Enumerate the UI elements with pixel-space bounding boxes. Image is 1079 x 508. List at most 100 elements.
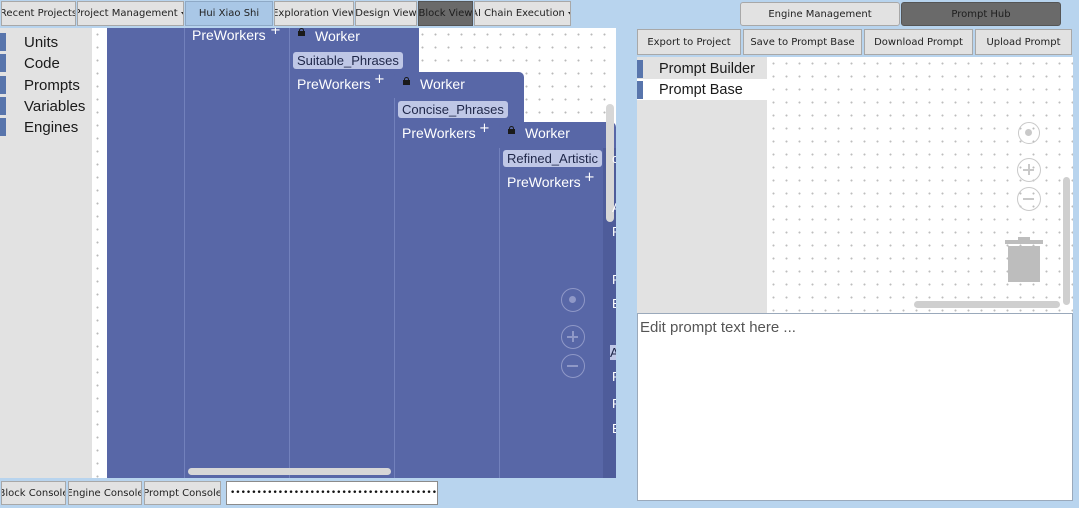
variable-chip[interactable]: Concise_Phrases xyxy=(398,101,508,118)
engine-management-label: Engine Management xyxy=(768,8,872,20)
truncated-label: P xyxy=(612,224,616,239)
vertical-scrollbar[interactable] xyxy=(1063,177,1070,305)
console-bar: Block Console Engine Console Prompt Cons… xyxy=(0,478,636,508)
project-name-button[interactable]: Hui Xiao Shi xyxy=(185,1,273,26)
plus-icon[interactable]: + xyxy=(584,170,595,185)
worker-block[interactable] xyxy=(184,28,291,478)
sidebar-item-engines[interactable]: Engines xyxy=(0,117,92,137)
truncated-label: E xyxy=(612,421,616,436)
zoom-out-icon[interactable] xyxy=(561,354,585,378)
locate-icon[interactable] xyxy=(561,288,585,312)
engine-console-button[interactable]: Engine Console xyxy=(68,481,142,505)
save-to-prompt-base-button[interactable]: Save to Prompt Base xyxy=(743,29,862,55)
lock-icon xyxy=(403,77,410,85)
exploration-view-label: Exploration View xyxy=(274,8,354,19)
sidebar-item-code[interactable]: Code xyxy=(0,53,92,73)
worker-label: Worker xyxy=(525,125,570,141)
horizontal-scrollbar[interactable] xyxy=(188,468,391,475)
sidebar-marker xyxy=(637,59,643,78)
export-label: Export to Project xyxy=(647,36,731,48)
upload-label: Upload Prompt xyxy=(986,36,1061,48)
truncated-label: A xyxy=(612,200,616,215)
caret-down-icon xyxy=(180,11,183,16)
lock-icon xyxy=(508,126,515,134)
sidebar-item-units[interactable]: Units xyxy=(0,32,92,52)
prompt-text-editor[interactable] xyxy=(637,313,1073,501)
locate-icon[interactable] xyxy=(1018,122,1040,144)
download-label: Download Prompt xyxy=(874,36,963,48)
sidebar-item-label: Engines xyxy=(24,118,79,136)
variable-chip[interactable]: Refined_Artistic xyxy=(503,150,603,167)
caret-down-icon xyxy=(567,11,570,16)
project-management-button[interactable]: Project Management xyxy=(77,1,184,26)
sidebar-item-variables[interactable]: Variables xyxy=(0,96,92,116)
sidebar-item-label: Code xyxy=(24,54,60,72)
recent-projects-button[interactable]: Recent Projects xyxy=(1,1,76,26)
password-value: ••••••••••••••••••••••••••••••••••••••••… xyxy=(230,488,438,498)
password-field[interactable]: ••••••••••••••••••••••••••••••••••••••••… xyxy=(226,481,438,505)
zoom-in-icon[interactable] xyxy=(561,325,585,349)
tab-engine-management[interactable]: Engine Management xyxy=(740,2,900,26)
truncated-label: c xyxy=(612,151,616,166)
sidebar-item-label: Prompts xyxy=(24,76,80,94)
block-console-label: Block Console xyxy=(1,487,66,499)
tab-prompt-hub[interactable]: Prompt Hub xyxy=(901,2,1061,26)
truncated-label: E xyxy=(612,296,616,311)
exploration-view-button[interactable]: Exploration View xyxy=(274,1,354,26)
preworkers-label: PreWorkers xyxy=(402,125,476,141)
save-label: Save to Prompt Base xyxy=(750,36,855,48)
sidebar-marker xyxy=(0,54,6,72)
zoom-in-icon[interactable] xyxy=(1017,158,1041,182)
truncated-label: A xyxy=(610,345,616,360)
sidebar-marker xyxy=(0,97,6,115)
preworkers-label: PreWorkers xyxy=(192,28,266,43)
sidebar-item-prompt-base[interactable]: Prompt Base xyxy=(637,79,767,100)
upload-prompt-button[interactable]: Upload Prompt xyxy=(975,29,1072,55)
left-sidebar: Units Code Prompts Variables Engines xyxy=(0,28,92,478)
truncated-label: F xyxy=(612,369,616,384)
sidebar-item-prompt-builder[interactable]: Prompt Builder xyxy=(637,58,767,79)
plus-icon[interactable]: + xyxy=(270,28,281,38)
sidebar-item-label: Units xyxy=(24,33,59,51)
design-view-label: Design View xyxy=(355,8,417,19)
prompt-hub-sidebar: Prompt Builder Prompt Base xyxy=(637,57,767,313)
export-to-project-button[interactable]: Export to Project xyxy=(637,29,741,55)
project-name-label: Hui Xiao Shi xyxy=(198,8,260,19)
block-canvas[interactable]: Units Code Prompts Variables Engines Pre… xyxy=(0,28,616,478)
sidebar-item-label: Variables xyxy=(24,97,86,115)
engine-console-label: Engine Console xyxy=(68,487,142,499)
variable-chip[interactable]: Suitable_Phrases xyxy=(293,52,403,69)
prompt-console-button[interactable]: Prompt Console xyxy=(144,481,221,505)
prompt-hub-label: Prompt Hub xyxy=(951,8,1011,20)
trash-icon[interactable] xyxy=(1005,237,1043,283)
block-console-button[interactable]: Block Console xyxy=(1,481,66,505)
sidebar-marker xyxy=(637,80,643,99)
recent-projects-label: Recent Projects xyxy=(1,8,76,19)
worker-label: Worker xyxy=(420,76,465,92)
prompt-hub-canvas[interactable]: Prompt Builder Prompt Base xyxy=(637,57,1073,313)
sidebar-marker xyxy=(0,33,6,51)
truncated-label: F xyxy=(612,396,616,411)
lock-icon xyxy=(298,28,305,36)
design-view-button[interactable]: Design View xyxy=(355,1,417,26)
plus-icon[interactable]: + xyxy=(479,121,490,136)
preworkers-label: PreWorkers xyxy=(507,174,581,190)
preworkers-label: PreWorkers xyxy=(297,76,371,92)
ai-chain-execution-button[interactable]: AI Chain Execution xyxy=(474,1,571,26)
worker-label: Worker xyxy=(315,28,360,44)
plus-icon[interactable]: + xyxy=(374,72,385,87)
download-prompt-button[interactable]: Download Prompt xyxy=(864,29,973,55)
sidebar-marker xyxy=(0,118,6,136)
block-view-label: Block View xyxy=(418,8,473,19)
ai-chain-execution-label: AI Chain Execution xyxy=(474,8,565,19)
horizontal-scrollbar[interactable] xyxy=(914,301,1060,308)
worker-block[interactable] xyxy=(499,148,616,478)
sidebar-item-label: Prompt Builder xyxy=(659,60,755,77)
zoom-out-icon[interactable] xyxy=(1017,187,1041,211)
sidebar-item-label: Prompt Base xyxy=(659,81,743,98)
sidebar-marker xyxy=(0,76,6,94)
sidebar-item-prompts[interactable]: Prompts xyxy=(0,75,92,95)
project-management-label: Project Management xyxy=(77,8,178,19)
prompt-console-label: Prompt Console xyxy=(144,487,221,499)
block-view-button[interactable]: Block View xyxy=(418,1,473,26)
